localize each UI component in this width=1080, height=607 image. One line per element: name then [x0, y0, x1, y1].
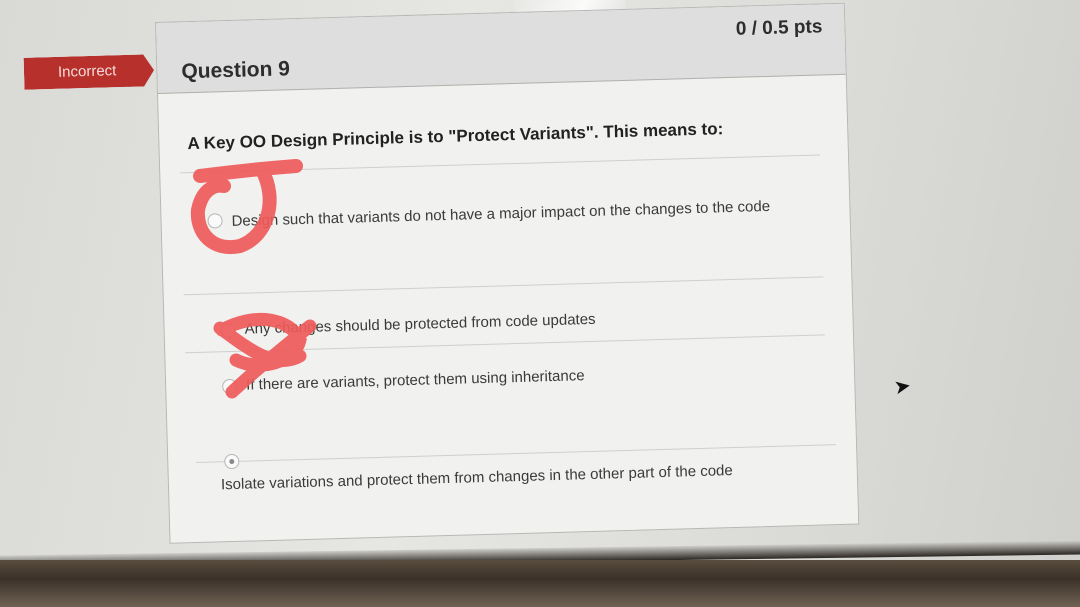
divider: [180, 154, 820, 174]
answer-radio-2[interactable]: [220, 322, 236, 339]
question-card: Question 9 0 / 0.5 pts A Key OO Design P…: [155, 2, 860, 544]
answer-radio-3[interactable]: [222, 378, 238, 395]
mouse-cursor-icon: ➤: [892, 374, 913, 400]
monitor-bezel: [0, 560, 1080, 607]
answer-box-selected: Isolate variations and protect them from…: [196, 444, 838, 529]
question-title: Question 9: [181, 57, 291, 84]
incorrect-badge: Incorrect: [24, 54, 155, 90]
points-label: 0 / 0.5 pts: [735, 16, 823, 40]
question-prompt: A Key OO Design Principle is to "Protect…: [187, 119, 724, 154]
answer-option-1[interactable]: Design such that variants do not have a …: [231, 193, 792, 235]
divider: [183, 276, 824, 296]
answer-radio-4[interactable]: [224, 453, 240, 470]
answer-radio-1[interactable]: [207, 213, 223, 229]
answer-option-3[interactable]: If there are variants, protect them usin…: [246, 357, 807, 399]
question-header: Question 9 0 / 0.5 pts: [156, 3, 846, 94]
answer-option-4[interactable]: Isolate variations and protect them from…: [221, 457, 782, 499]
